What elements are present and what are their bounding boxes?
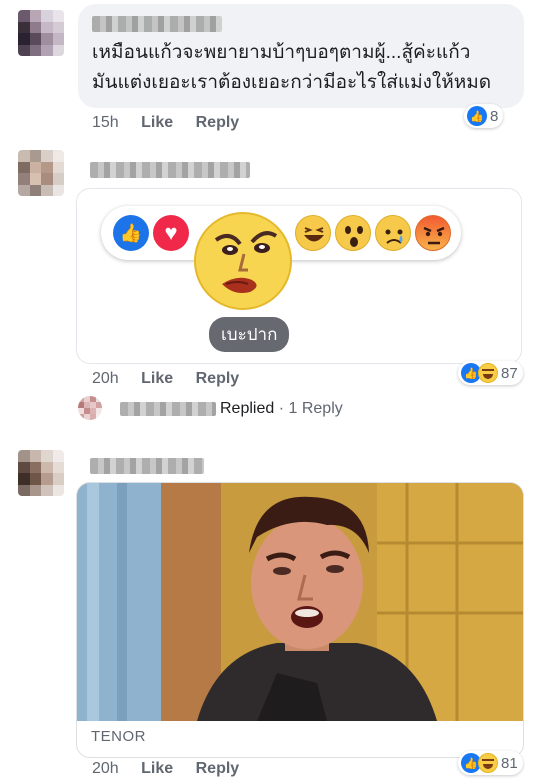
haha-icon xyxy=(478,753,498,773)
haha-icon xyxy=(478,363,498,383)
sticker-face xyxy=(194,212,292,310)
haha-icon xyxy=(295,215,331,251)
avatar[interactable] xyxy=(18,450,64,496)
comment-text-line: เหมือนแก้วจะพยายามบ้าๆบอๆตามผู้...สู้ค่ะ… xyxy=(92,42,471,63)
angry-icon xyxy=(415,215,451,251)
gif-image[interactable] xyxy=(77,483,523,721)
timestamp[interactable]: 20h xyxy=(92,370,119,387)
like-icon: 👍 xyxy=(467,106,487,126)
reaction-count: 8 xyxy=(490,107,499,125)
reply-button[interactable]: Reply xyxy=(196,760,240,777)
gif-source-label: TENOR xyxy=(91,728,146,745)
replies-toggle[interactable]: Replied · 1 Reply xyxy=(74,396,374,424)
comment-text-line: มันแต่งเยอะเราต้องเยอะกว่ามีอะไรใส่แม่งใ… xyxy=(92,72,492,93)
sad-icon xyxy=(375,215,411,251)
love-icon: ♥ xyxy=(153,215,189,251)
like-button[interactable]: Like xyxy=(141,370,173,387)
comment-actions: 20h Like Reply xyxy=(92,760,239,778)
avatar[interactable] xyxy=(18,150,64,196)
reaction-summary[interactable]: 👍 87 xyxy=(458,361,523,385)
wow-icon xyxy=(335,215,371,251)
replied-label: Replied xyxy=(220,400,275,417)
sticker-tooltip: เบะปาก xyxy=(209,317,290,352)
timestamp[interactable]: 15h xyxy=(92,114,119,131)
gif-attachment[interactable]: TENOR xyxy=(76,482,524,758)
reaction-summary[interactable]: 👍 8 xyxy=(464,104,504,128)
comment-actions: 15h Like Reply xyxy=(92,114,239,132)
like-icon: 👍 xyxy=(113,215,149,251)
reaction-summary[interactable]: 👍 81 xyxy=(458,751,523,775)
commenter-name[interactable] xyxy=(90,458,204,474)
comment-actions: 20h Like Reply xyxy=(92,370,239,388)
like-button[interactable]: Like xyxy=(141,760,173,777)
replier-name xyxy=(120,402,216,416)
timestamp[interactable]: 20h xyxy=(92,760,119,777)
avatar xyxy=(78,396,102,420)
sticker-card[interactable]: 👍 ♥ เบะปาก xyxy=(76,188,522,364)
commenter-name[interactable] xyxy=(90,162,250,178)
reaction-count: 81 xyxy=(501,754,518,772)
pouting-face-icon xyxy=(214,231,278,293)
reply-button[interactable]: Reply xyxy=(196,370,240,387)
comment-bubble: เหมือนแก้วจะพยายามบ้าๆบอๆตามผู้...สู้ค่ะ… xyxy=(78,4,524,108)
reply-count: · 1 Reply xyxy=(278,400,343,417)
commenter-name[interactable] xyxy=(92,16,222,32)
reply-button[interactable]: Reply xyxy=(196,114,240,131)
avatar[interactable] xyxy=(18,10,64,56)
like-button[interactable]: Like xyxy=(141,114,173,131)
reaction-gif xyxy=(77,483,523,721)
reaction-count: 87 xyxy=(501,364,518,382)
